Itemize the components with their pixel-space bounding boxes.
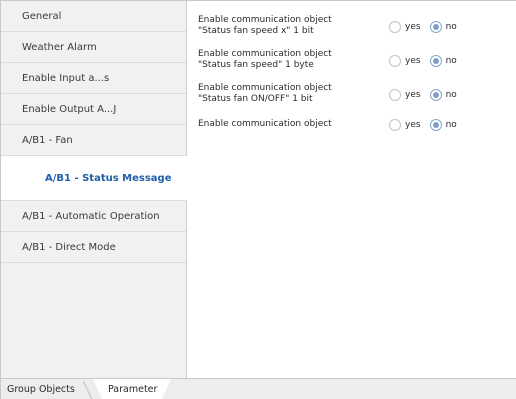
radio-yes-label: yes: [405, 56, 421, 66]
tab-group-objects[interactable]: Group Objects: [7, 379, 75, 399]
sidebar-item-general[interactable]: General: [1, 1, 186, 32]
param-label-line1: Enable communication object: [198, 119, 332, 129]
param-label-line2: "Status fan speed x" 1 bit: [198, 26, 314, 36]
radio-no-label: no: [445, 22, 457, 32]
radio-no-label: no: [445, 56, 457, 66]
tab-parameter[interactable]: Parameter: [93, 379, 171, 399]
radio-yes-label: yes: [405, 120, 421, 130]
sidebar-item-enable-input[interactable]: Enable Input a...s: [1, 63, 186, 94]
radio-no[interactable]: [429, 55, 442, 67]
radio-yes[interactable]: [389, 21, 401, 33]
radio-yes[interactable]: [389, 119, 401, 131]
radio-no[interactable]: [429, 89, 442, 101]
radio-yes-label: yes: [405, 90, 421, 100]
radio-group: yes no: [389, 54, 466, 68]
param-label: Enable communication object "Status fan …: [198, 83, 388, 105]
bottom-tab-bar: Group Objects Parameter: [1, 378, 516, 399]
radio-group: yes no: [389, 118, 466, 132]
radio-yes[interactable]: [389, 55, 401, 67]
sidebar-item-weather-alarm[interactable]: Weather Alarm: [1, 32, 186, 63]
sidebar-item-fan[interactable]: A/B1 - Fan: [1, 125, 186, 156]
parameter-panel: Enable communication object "Status fan …: [188, 1, 516, 378]
param-label: Enable communication object: [198, 119, 388, 130]
param-label: Enable communication object "Status fan …: [198, 49, 388, 71]
radio-no-label: no: [445, 120, 457, 130]
radio-no[interactable]: [429, 21, 442, 33]
param-label-line2: "Status fan speed" 1 byte: [198, 60, 314, 70]
param-label-line1: Enable communication object: [198, 49, 332, 59]
param-label: Enable communication object "Status fan …: [198, 15, 388, 37]
sidebar-item-automatic-operation[interactable]: A/B1 - Automatic Operation: [1, 201, 186, 232]
tab-separator: [82, 381, 93, 399]
parameter-sidebar: General Weather Alarm Enable Input a...s…: [1, 1, 187, 378]
radio-yes[interactable]: [389, 89, 401, 101]
param-label-line2: "Status fan ON/OFF" 1 bit: [198, 94, 313, 104]
sidebar-item-status-message[interactable]: A/B1 - Status Message: [1, 156, 187, 201]
sidebar-item-enable-output[interactable]: Enable Output A...J: [1, 94, 186, 125]
param-label-line1: Enable communication object: [198, 15, 332, 25]
radio-group: yes no: [389, 88, 466, 102]
radio-no[interactable]: [429, 119, 442, 131]
radio-group: yes no: [389, 20, 466, 34]
radio-yes-label: yes: [405, 22, 421, 32]
radio-no-label: no: [445, 90, 457, 100]
sidebar-item-direct-mode[interactable]: A/B1 - Direct Mode: [1, 232, 186, 263]
param-label-line1: Enable communication object: [198, 83, 332, 93]
app-window: General Weather Alarm Enable Input a...s…: [0, 0, 516, 399]
